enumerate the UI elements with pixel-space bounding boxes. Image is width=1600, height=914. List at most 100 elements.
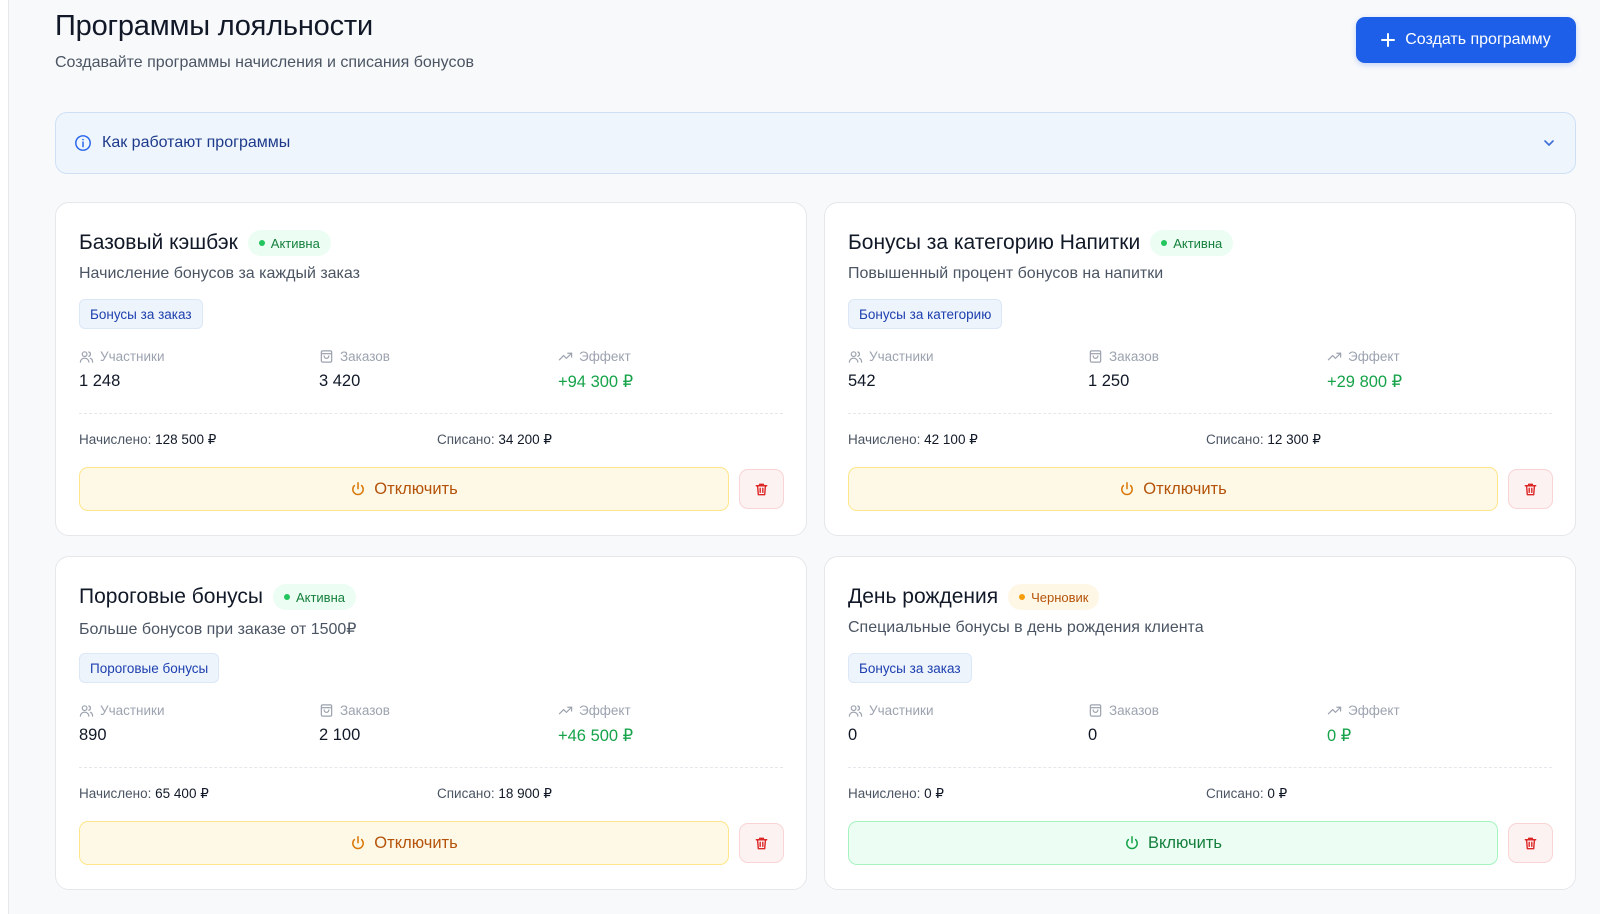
spent-summary: Списано: 18 900 ₽	[437, 786, 552, 802]
trending-up-icon	[558, 352, 573, 361]
status-dot	[258, 240, 265, 246]
program-card: День рождения Черновик Специальные бонус…	[824, 556, 1576, 890]
participants-label: Участники	[100, 349, 165, 364]
program-stats: Участники 542 Заказов 1 250 Эффект +29 8…	[848, 349, 1552, 409]
program-card: Бонусы за категорию Напитки Активна Повы…	[824, 202, 1576, 536]
info-icon	[75, 135, 91, 151]
program-title: Пороговые бонусы	[79, 585, 263, 608]
card-header: Базовый кэшбэк Активна	[79, 230, 331, 256]
program-title: Бонусы за категорию Напитки	[848, 231, 1141, 254]
accrued-value: 128 500 ₽	[155, 432, 217, 447]
stat-label: Участники	[79, 703, 279, 718]
effect-label: Эффект	[1348, 349, 1400, 364]
stat-orders: Заказов 2 100	[319, 703, 519, 745]
program-title: День рождения	[848, 585, 999, 608]
shopping-bag-icon	[1089, 704, 1102, 717]
orders-value: 2 100	[319, 726, 361, 744]
participants-label: Участники	[869, 703, 934, 718]
effect-value: +46 500 ₽	[558, 727, 634, 745]
stat-orders: Заказов 1 250	[1088, 349, 1288, 391]
accordion-title: Как работают программы	[102, 134, 291, 151]
delete-program-button[interactable]	[1508, 823, 1553, 863]
spent-label: Списано:	[1206, 786, 1264, 801]
status-badge: Активна	[247, 230, 331, 256]
spent-summary: Списано: 12 300 ₽	[1206, 432, 1321, 448]
stat-label: Эффект	[558, 703, 758, 718]
status-dot	[1019, 594, 1026, 600]
program-card: Пороговые бонусы Активна Больше бонусов …	[55, 556, 807, 890]
spent-summary: Списано: 0 ₽	[1206, 786, 1287, 802]
shopping-bag-icon	[320, 704, 333, 717]
create-program-button[interactable]: Создать программу	[1356, 17, 1576, 63]
toggle-label: Отключить	[374, 833, 458, 852]
orders-value: 1 250	[1088, 372, 1130, 390]
delete-program-button[interactable]	[739, 823, 784, 863]
status-badge: Активна	[272, 584, 356, 610]
accrued-label: Начислено:	[79, 786, 152, 801]
program-description: Специальные бонусы в день рождения клиен…	[848, 619, 1204, 636]
trending-up-icon	[1327, 706, 1342, 715]
spent-value: 0 ₽	[1267, 786, 1288, 801]
delete-program-button[interactable]	[1508, 469, 1553, 509]
how-programs-work-accordion[interactable]: Как работают программы	[55, 112, 1576, 174]
page-subtitle: Создавайте программы начисления и списан…	[55, 54, 475, 71]
divider	[848, 767, 1552, 768]
page-title: Программы лояльности	[55, 10, 373, 42]
stat-label: Заказов	[1088, 703, 1288, 718]
power-icon	[1126, 836, 1138, 850]
divider	[79, 767, 783, 768]
status-dot	[1161, 240, 1168, 246]
stat-participants: Участники 0	[848, 703, 1048, 745]
status-dot	[283, 594, 290, 600]
stat-label: Заказов	[319, 349, 519, 364]
card-header: Бонусы за категорию Напитки Активна	[848, 230, 1234, 256]
shopping-bag-icon	[320, 350, 333, 363]
stat-participants: Участники 890	[79, 703, 279, 745]
stat-effect: Эффект +46 500 ₽	[558, 703, 758, 746]
orders-label: Заказов	[340, 703, 390, 718]
stat-label: Участники	[848, 349, 1048, 364]
spent-label: Списано:	[1206, 432, 1264, 447]
spent-value: 34 200 ₽	[498, 432, 552, 447]
users-icon	[848, 351, 863, 363]
trending-up-icon	[558, 706, 573, 715]
effect-value: 0 ₽	[1327, 727, 1352, 745]
program-stats: Участники 1 248 Заказов 3 420 Эффект +94…	[79, 349, 783, 409]
sidebar-edge	[0, 0, 9, 914]
stat-label: Эффект	[558, 349, 758, 364]
stat-effect: Эффект +29 800 ₽	[1327, 349, 1527, 392]
stat-label: Участники	[79, 349, 279, 364]
program-type-tag: Бонусы за категорию	[848, 299, 1003, 329]
delete-program-button[interactable]	[739, 469, 784, 509]
spent-summary: Списано: 34 200 ₽	[437, 432, 552, 448]
program-card: Базовый кэшбэк Активна Начисление бонусо…	[55, 202, 807, 536]
accrued-summary: Начислено: 0 ₽	[848, 786, 944, 802]
program-type-tag: Бонусы за заказ	[79, 299, 203, 329]
stat-effect: Эффект +94 300 ₽	[558, 349, 758, 392]
stat-orders: Заказов 3 420	[319, 349, 519, 391]
page-header: Программы лояльности Создавайте программ…	[55, 0, 1576, 100]
chevron-down-icon[interactable]	[1541, 135, 1557, 151]
stat-label: Эффект	[1327, 703, 1527, 718]
toggle-label: Отключить	[1143, 479, 1227, 498]
disable-program-button[interactable]: Отключить	[79, 821, 729, 865]
accrued-label: Начислено:	[79, 432, 152, 447]
participants-label: Участники	[100, 703, 165, 718]
trash-icon	[1524, 837, 1537, 849]
spent-label: Списано:	[437, 432, 495, 447]
participants-value: 0	[848, 726, 858, 744]
effect-label: Эффект	[579, 349, 631, 364]
stat-label: Заказов	[319, 703, 519, 718]
plus-icon	[1381, 33, 1396, 47]
page: Программы лояльности Создавайте программ…	[55, 0, 1576, 890]
disable-program-button[interactable]: Отключить	[848, 467, 1498, 511]
create-program-label: Создать программу	[1405, 31, 1551, 48]
spent-value: 18 900 ₽	[498, 786, 552, 801]
program-stats: Участники 890 Заказов 2 100 Эффект +46 5…	[79, 703, 783, 763]
disable-program-button[interactable]: Отключить	[79, 467, 729, 511]
status-badge: Активна	[1150, 230, 1234, 256]
status-label: Активна	[1173, 235, 1223, 251]
enable-program-button[interactable]: Включить	[848, 821, 1498, 865]
effect-label: Эффект	[1348, 703, 1400, 718]
program-stats: Участники 0 Заказов 0 Эффект 0 ₽	[848, 703, 1552, 763]
